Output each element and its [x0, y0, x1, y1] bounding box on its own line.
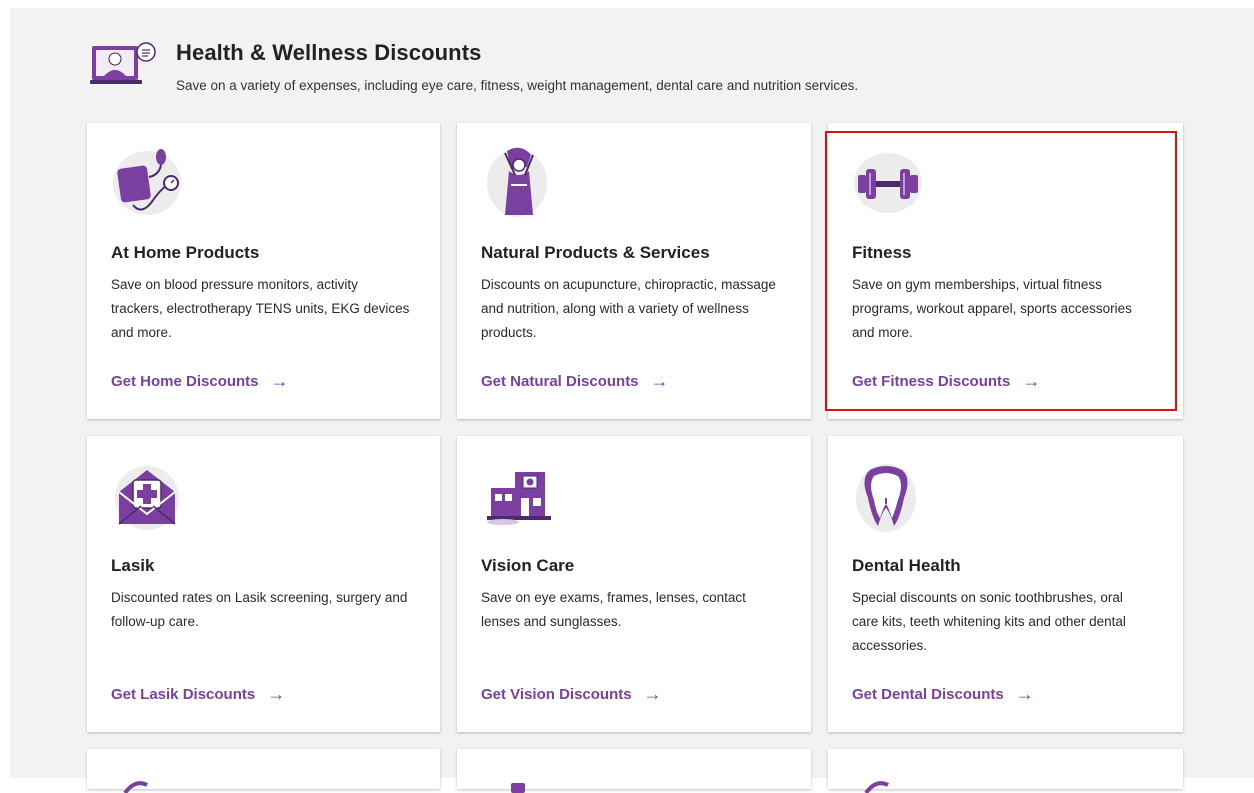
card-title: Fitness	[852, 243, 912, 262]
card-description: Save on gym memberships, virtual fitness…	[852, 277, 1132, 340]
card-vision-care: Vision Care Save on eye exams, frames, l…	[457, 436, 811, 732]
clinic-building-icon	[487, 472, 551, 525]
card-partial	[457, 749, 811, 793]
arrow-right-icon: →	[1015, 684, 1034, 704]
link-label: Get Home Discounts	[111, 373, 259, 390]
arrow-right-icon: →	[643, 684, 662, 704]
link-label: Get Lasik Discounts	[111, 686, 256, 703]
page-subtitle: Save on a variety of expenses, including…	[176, 78, 859, 93]
card-description: Save on blood pressure monitors, activit…	[111, 277, 410, 340]
link-label: Get Fitness Discounts	[852, 373, 1011, 390]
card-icon-partial	[511, 783, 525, 793]
card-title: Lasik	[111, 556, 155, 575]
arrow-right-icon: →	[270, 371, 289, 391]
arrow-right-icon: →	[267, 684, 286, 704]
page-background: Health & Wellness Discounts Save on a va…	[10, 8, 1254, 793]
card-description: Special discounts on sonic toothbrushes,…	[852, 590, 1126, 653]
card-fitness: Fitness Save on gym memberships, virtual…	[825, 123, 1183, 419]
get-home-discounts-link[interactable]: Get Home Discounts →	[111, 371, 289, 392]
get-fitness-discounts-link[interactable]: Get Fitness Discounts →	[852, 371, 1040, 392]
card-description: Save on eye exams, frames, lenses, conta…	[481, 590, 746, 629]
card-natural-products: Natural Products & Services Discounts on…	[457, 123, 811, 419]
card-dental-health: Dental Health Special discounts on sonic…	[828, 436, 1183, 732]
blood-pressure-monitor-icon	[113, 149, 181, 215]
card-icon-partial	[864, 781, 889, 793]
card-title: Vision Care	[481, 556, 575, 575]
arrow-right-icon: →	[650, 371, 669, 391]
section-header: Health & Wellness Discounts Save on a va…	[90, 38, 858, 93]
stretching-person-icon	[487, 147, 547, 217]
card-lasik: Lasik Discounted rates on Lasik screenin…	[87, 436, 440, 732]
tooth-icon	[856, 464, 916, 532]
arrow-right-icon: →	[1022, 371, 1041, 391]
card-at-home-products: At Home Products Save on blood pressure …	[87, 123, 440, 419]
dumbbell-icon	[854, 153, 922, 213]
card-icon-partial	[123, 781, 148, 793]
card-description: Discounts on acupuncture, chiropractic, …	[481, 277, 776, 340]
medical-envelope-icon	[115, 466, 179, 530]
get-vision-discounts-link[interactable]: Get Vision Discounts →	[481, 684, 662, 705]
link-label: Get Dental Discounts	[852, 686, 1004, 703]
get-lasik-discounts-link[interactable]: Get Lasik Discounts →	[111, 684, 285, 705]
card-title: Dental Health	[852, 556, 961, 575]
link-label: Get Vision Discounts	[481, 686, 632, 703]
get-natural-discounts-link[interactable]: Get Natural Discounts →	[481, 371, 669, 392]
card-partial	[828, 749, 1183, 793]
discount-card-grid: At Home Products Save on blood pressure …	[87, 123, 1183, 793]
card-description: Discounted rates on Lasik screening, sur…	[111, 590, 408, 629]
card-partial	[87, 749, 440, 793]
card-title: At Home Products	[111, 243, 260, 262]
get-dental-discounts-link[interactable]: Get Dental Discounts →	[852, 684, 1034, 705]
virtual-doctor-icon	[90, 42, 156, 84]
page-title: Health & Wellness Discounts	[176, 40, 482, 65]
card-title: Natural Products & Services	[481, 243, 710, 262]
link-label: Get Natural Discounts	[481, 373, 639, 390]
